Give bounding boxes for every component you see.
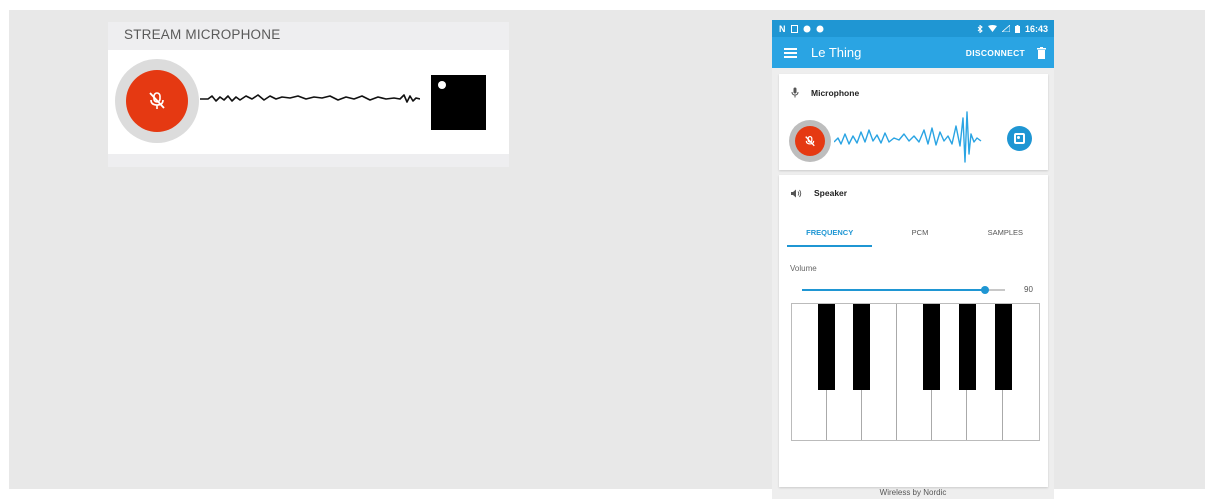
- notification-n-icon: N: [779, 23, 786, 34]
- phone-waveform: [834, 111, 982, 163]
- speaker-card-title: Speaker: [814, 188, 848, 198]
- stream-header-title: STREAM MICROPHONE: [108, 22, 509, 50]
- tab-samples[interactable]: SAMPLES: [963, 221, 1048, 247]
- stream-footer-bar: [108, 154, 509, 167]
- volume-value: 90: [1024, 285, 1033, 294]
- phone-stop-button[interactable]: [1007, 126, 1032, 151]
- stop-icon: [1014, 133, 1025, 144]
- app-notification-icon: [803, 25, 810, 32]
- tab-pcm[interactable]: PCM: [877, 221, 962, 247]
- app-bar: Le Thing DISCONNECT: [772, 37, 1054, 68]
- background-canvas: STREAM MICROPHONE N 16:43 Le Thing DISCO…: [9, 10, 1205, 499]
- stop-indicator-dot: [438, 81, 446, 89]
- stream-stop-button[interactable]: [431, 75, 486, 130]
- piano-black-key[interactable]: [818, 304, 835, 390]
- status-bar: N 16:43: [772, 20, 1054, 37]
- volume-slider-thumb[interactable]: [980, 286, 989, 294]
- microphone-card: Microphone: [779, 74, 1048, 170]
- speaker-icon: [791, 189, 802, 197]
- app-title: Le Thing: [811, 45, 862, 60]
- status-right-icons: 16:43: [977, 24, 1048, 34]
- volume-label: Volume: [790, 264, 817, 273]
- piano-black-key[interactable]: [853, 304, 870, 390]
- stream-mic-toggle-button[interactable]: [126, 70, 188, 132]
- disconnect-button[interactable]: DISCONNECT: [966, 48, 1025, 58]
- bluetooth-icon: [977, 24, 983, 33]
- microphone-icon: [791, 87, 799, 98]
- speaker-card: Speaker FREQUENCY PCM SAMPLES Volume 90: [779, 175, 1048, 487]
- volume-slider[interactable]: [802, 286, 1005, 294]
- trash-icon[interactable]: [1037, 46, 1046, 59]
- piano-black-key[interactable]: [959, 304, 976, 390]
- microphone-card-header: Microphone: [779, 74, 1048, 98]
- volume-slider-fill: [802, 289, 985, 291]
- piano-black-key[interactable]: [923, 304, 940, 390]
- status-left-icons: N: [779, 24, 824, 34]
- mic-off-icon: [149, 92, 165, 109]
- mic-off-icon: [805, 135, 815, 146]
- tab-frequency[interactable]: FREQUENCY: [787, 221, 873, 247]
- app-notification-icon-2: [816, 25, 823, 32]
- stream-microphone-card: STREAM MICROPHONE: [108, 22, 509, 167]
- speaker-card-header: Speaker: [779, 175, 1048, 198]
- stream-waveform: [200, 94, 420, 103]
- stream-body: [108, 50, 509, 154]
- sim-icon: [790, 24, 798, 33]
- speaker-tabs: FREQUENCY PCM SAMPLES: [779, 221, 1048, 247]
- battery-icon: [1014, 24, 1020, 33]
- status-time: 16:43: [1024, 23, 1048, 34]
- wifi-icon: [987, 25, 997, 32]
- microphone-card-title: Microphone: [811, 87, 860, 98]
- phone-screen: N 16:43 Le Thing DISCONNECT Microphone S…: [772, 20, 1054, 499]
- piano-keyboard: [791, 303, 1040, 441]
- signal-icon: [1001, 25, 1010, 32]
- piano-black-key[interactable]: [995, 304, 1012, 390]
- menu-icon[interactable]: [784, 47, 797, 58]
- footer-credit: Wireless by Nordic: [879, 488, 947, 497]
- phone-mic-toggle-button[interactable]: [795, 126, 825, 156]
